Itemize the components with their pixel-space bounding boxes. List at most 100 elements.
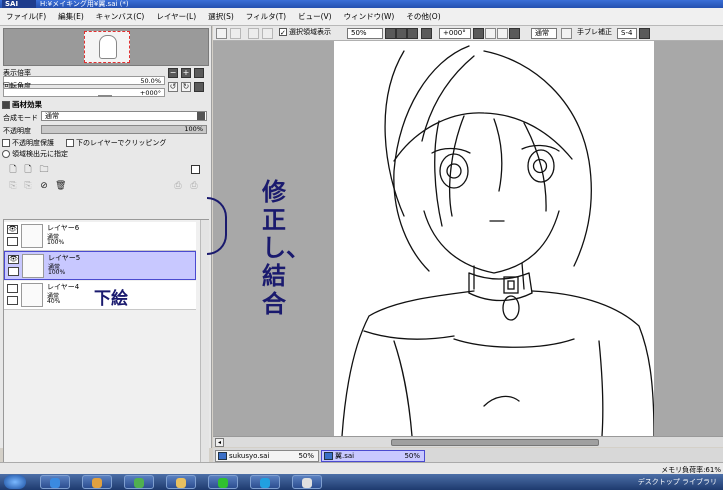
start-button[interactable] xyxy=(4,475,26,489)
transfer-down-icon[interactable]: ⎘ xyxy=(8,181,18,191)
title-bar: SAI H:¥メイキング用¥翼.sai (*) xyxy=(0,0,723,8)
new-linework-layer-icon[interactable]: 🗋 xyxy=(23,165,33,175)
opacity-slider[interactable]: 100% xyxy=(41,125,207,134)
navigator-preview[interactable] xyxy=(3,28,209,66)
lineart-drawing xyxy=(341,45,654,436)
taskbar-explorer[interactable] xyxy=(166,475,196,489)
new-layer-icon[interactable]: 🗋 xyxy=(8,165,18,175)
zoom-select[interactable]: 50% xyxy=(347,28,383,39)
angle-dropdown-icon[interactable] xyxy=(473,28,484,39)
zoom-out-button[interactable]: − xyxy=(168,68,178,78)
clear-layer-icon[interactable]: ⊘ xyxy=(39,181,49,191)
layer-row-selected[interactable]: 👁 レイヤー5 通常 100% xyxy=(4,251,196,280)
menu-file[interactable]: ファイル(F) xyxy=(6,11,46,22)
rotate-cw-icon[interactable] xyxy=(497,28,508,39)
blend-mode-value: 通常 xyxy=(45,112,59,120)
menu-edit[interactable]: 編集(E) xyxy=(58,11,84,22)
zoom-fit-icon[interactable] xyxy=(421,28,432,39)
scrollbar-thumb[interactable] xyxy=(391,439,599,446)
rotate-slider[interactable]: +000° xyxy=(3,88,165,97)
taskbar-app[interactable] xyxy=(208,475,238,489)
zoom-value: 50.0% xyxy=(140,77,161,85)
taskbar-app[interactable] xyxy=(82,475,112,489)
clipping-checkbox[interactable]: 下のレイヤーでクリッピング xyxy=(66,138,166,148)
stabilizer-dropdown-icon[interactable] xyxy=(639,28,650,39)
preserve-opacity-checkbox[interactable]: 不透明度保護 xyxy=(2,138,54,148)
stabilizer-select[interactable]: S-4 xyxy=(617,28,637,39)
blend-mode-label: 合成モード xyxy=(3,114,38,122)
layer-thumbnail xyxy=(21,283,43,307)
left-panel: 表示倍率 50.0% − + 回転角度 +000° ↺ ↻ 画材効果 合成モード… xyxy=(0,26,212,471)
rotate-left-button[interactable]: ↺ xyxy=(168,82,178,92)
panel-menu-icon[interactable] xyxy=(191,165,200,174)
rotate-ccw-icon[interactable] xyxy=(485,28,496,39)
taskbar-ie[interactable] xyxy=(40,475,70,489)
radio-icon xyxy=(2,150,10,158)
layer-row[interactable]: 👁 レイヤー6 通常 100% xyxy=(4,222,196,251)
rotate-reset-icon[interactable] xyxy=(509,28,520,39)
rotate-right-button[interactable]: ↻ xyxy=(181,82,191,92)
menu-view[interactable]: ビュー(V) xyxy=(298,11,331,22)
layer-scrollbar[interactable] xyxy=(200,220,209,470)
canvas-toolbar: ✓ 選択領域表示 50% +000° 通常 手ブレ補正 S-4 xyxy=(213,26,723,41)
eye-icon[interactable] xyxy=(7,284,18,293)
zoom-in-button[interactable]: + xyxy=(181,68,191,78)
texture-section[interactable]: 画材効果 xyxy=(2,99,42,110)
zoom-in-icon[interactable] xyxy=(407,28,418,39)
menu-other[interactable]: その他(O) xyxy=(406,11,440,22)
taskbar-app[interactable] xyxy=(292,475,322,489)
opacity-value: 100% xyxy=(184,125,203,133)
browser-icon xyxy=(50,478,60,488)
status-bar: メモリ負荷率:61% xyxy=(0,462,723,474)
lock-icon[interactable]: ⎙ xyxy=(173,181,183,191)
flip-icon[interactable] xyxy=(561,28,572,39)
menu-window[interactable]: ウィンドウ(W) xyxy=(344,11,395,22)
window-title: H:¥メイキング用¥翼.sai (*) xyxy=(40,0,129,8)
selection-source-radio[interactable]: 領域検出元に指定 xyxy=(2,149,68,159)
taskbar-skype[interactable] xyxy=(250,475,280,489)
invert-selection-icon[interactable] xyxy=(262,28,273,39)
layer-row[interactable]: レイヤー4 通常 40% 下絵 xyxy=(4,281,196,310)
undo-icon[interactable] xyxy=(216,28,227,39)
tab-sukusyo[interactable]: sukusyo.sai 50% xyxy=(215,450,319,462)
menu-select[interactable]: 選択(S) xyxy=(208,11,234,22)
pen-icon[interactable] xyxy=(8,267,19,276)
horizontal-scrollbar[interactable]: ◂ xyxy=(213,436,723,447)
tab-tsubasa[interactable]: 翼.sai 50% xyxy=(321,450,425,462)
layer-opacity: 100% xyxy=(47,239,65,246)
scroll-left-icon[interactable]: ◂ xyxy=(215,438,224,447)
lock-alpha-icon[interactable]: ⎙ xyxy=(189,181,199,191)
taskbar-app[interactable] xyxy=(124,475,154,489)
menu-filter[interactable]: フィルタ(T) xyxy=(246,11,286,22)
rotate-reset-button[interactable] xyxy=(194,82,204,92)
eye-icon[interactable]: 👁 xyxy=(7,225,18,234)
checkbox-icon xyxy=(2,139,10,147)
app-icon xyxy=(302,478,312,488)
redo-icon[interactable] xyxy=(230,28,241,39)
layer-toolbar: 🗋 🗋 🗀 ⎘ ⎘ ⊘ 🗑 ⎙ ⎙ xyxy=(3,162,209,202)
show-selection-toggle[interactable]: ✓ 選択領域表示 xyxy=(279,28,331,39)
panel-splitter[interactable] xyxy=(98,95,112,97)
zoom-dropdown-icon[interactable] xyxy=(385,28,396,39)
layer-thumbnail xyxy=(22,254,44,278)
new-folder-icon[interactable]: 🗀 xyxy=(39,165,49,175)
mode-select[interactable]: 通常 xyxy=(531,28,557,39)
delete-layer-icon[interactable]: 🗑 xyxy=(55,181,66,191)
eye-icon[interactable]: 👁 xyxy=(8,255,19,264)
menu-layer[interactable]: レイヤー(L) xyxy=(156,11,196,22)
system-tray[interactable]: デスクトップ ライブラリ xyxy=(638,474,723,490)
angle-select[interactable]: +000° xyxy=(439,28,471,39)
deselect-icon[interactable] xyxy=(248,28,259,39)
app-icon xyxy=(92,478,102,488)
menu-canvas[interactable]: キャンバス(C) xyxy=(96,11,145,22)
canvas-paper[interactable] xyxy=(334,41,654,436)
checkbox-checked-icon: ✓ xyxy=(279,28,287,37)
stabilizer-label: 手ブレ補正 xyxy=(577,28,612,36)
zoom-out-icon[interactable] xyxy=(396,28,407,39)
lock-checkbox[interactable] xyxy=(7,237,18,246)
lock-checkbox[interactable] xyxy=(7,296,18,305)
zoom-reset-button[interactable] xyxy=(194,68,204,78)
merge-down-icon[interactable]: ⎘ xyxy=(23,181,33,191)
blend-mode-select[interactable]: 通常 xyxy=(41,111,207,121)
navigator-viewport[interactable] xyxy=(84,31,130,63)
